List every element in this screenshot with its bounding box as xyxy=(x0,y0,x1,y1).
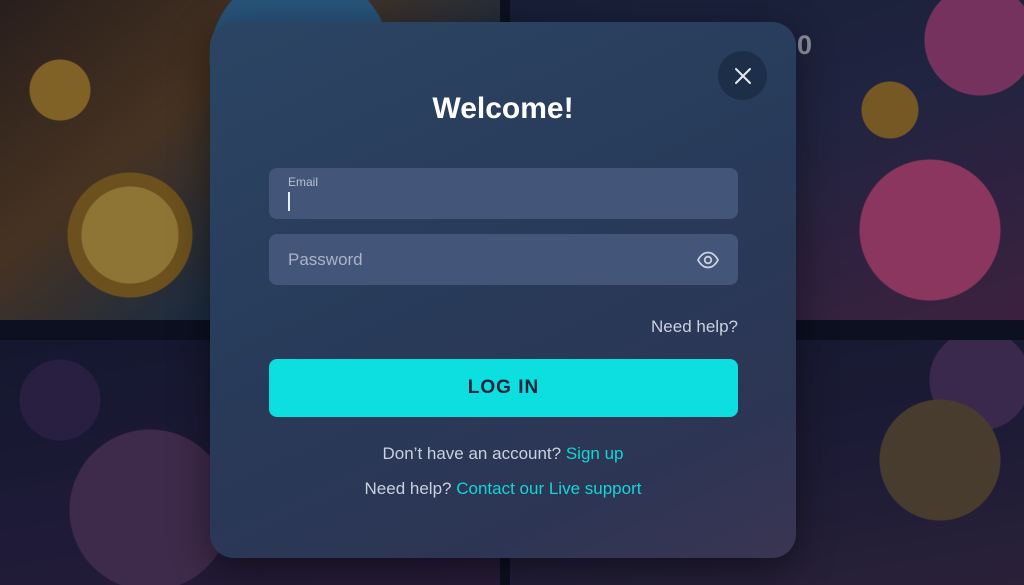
support-row: Need help? Contact our Live support xyxy=(210,479,796,499)
signup-link[interactable]: Sign up xyxy=(566,444,624,463)
eye-icon[interactable] xyxy=(696,248,720,272)
email-input[interactable] xyxy=(269,168,738,219)
login-modal: Welcome! Email Need help? LOG IN Don’t h… xyxy=(210,22,796,558)
close-icon xyxy=(734,67,751,84)
signup-prompt: Don’t have an account? xyxy=(382,444,562,463)
password-input[interactable] xyxy=(269,234,738,285)
support-prompt: Need help? xyxy=(364,479,452,498)
login-button[interactable]: LOG IN xyxy=(269,359,738,417)
modal-title: Welcome! xyxy=(432,92,574,125)
text-caret xyxy=(288,192,290,211)
live-support-link[interactable]: Contact our Live support xyxy=(456,479,641,498)
background-peek-text: 0 xyxy=(797,30,813,60)
password-field[interactable] xyxy=(269,234,738,285)
need-help-link[interactable]: Need help? xyxy=(651,317,738,337)
signup-row: Don’t have an account? Sign up xyxy=(210,444,796,464)
email-field[interactable]: Email xyxy=(269,168,738,219)
